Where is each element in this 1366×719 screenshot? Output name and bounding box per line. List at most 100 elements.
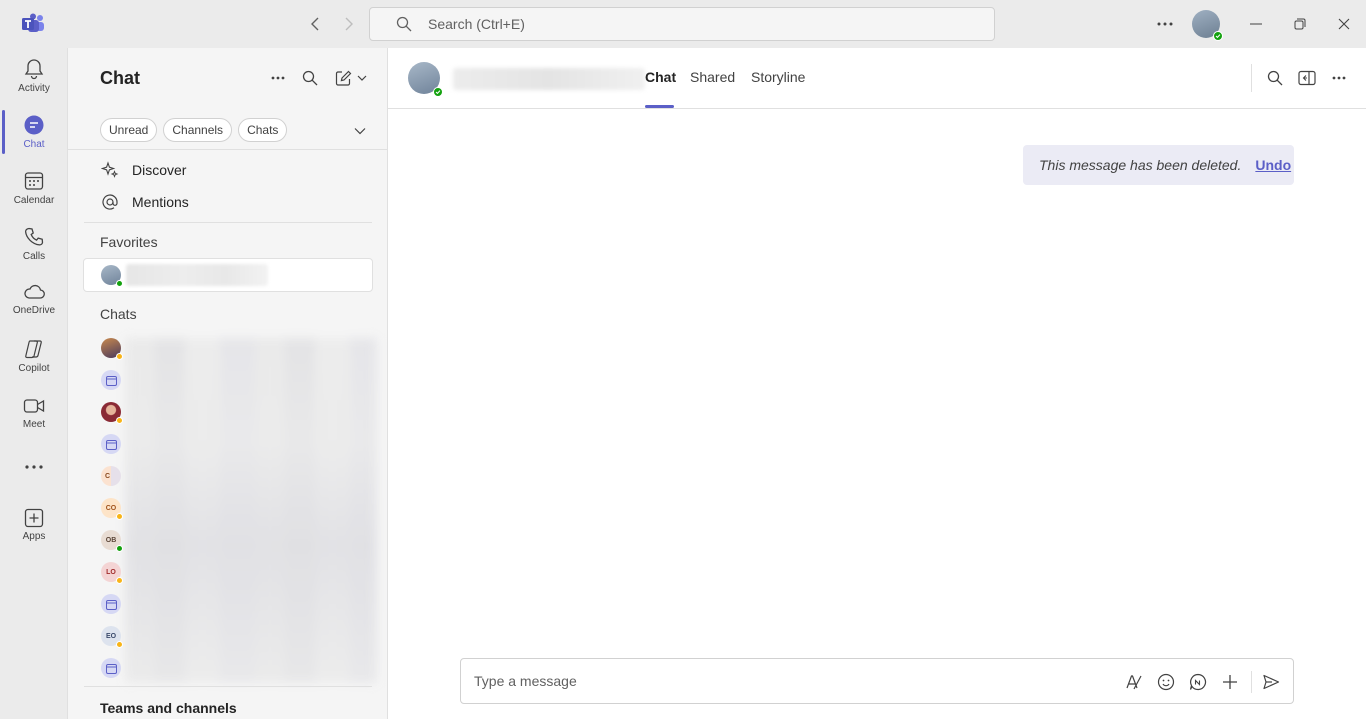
search-box[interactable] — [369, 7, 995, 41]
close-icon — [1338, 18, 1350, 30]
pane-title: Chat — [100, 68, 140, 88]
calendar-icon — [105, 375, 117, 386]
undo-link[interactable]: Undo — [1255, 157, 1291, 173]
emoji-button[interactable] — [1156, 672, 1176, 692]
filter-search-button[interactable] — [299, 68, 321, 88]
group-chat-avatar[interactable]: C — [101, 466, 121, 486]
search-input[interactable] — [428, 14, 968, 34]
chevron-right-icon — [345, 17, 353, 31]
send-icon — [1263, 674, 1280, 690]
add-apps-icon — [24, 508, 44, 528]
close-button[interactable] — [1334, 14, 1354, 34]
copilot-icon — [25, 340, 42, 359]
nav-mentions[interactable]: Mentions — [100, 190, 189, 214]
available-status-icon — [433, 87, 443, 97]
chat-item-avatar[interactable]: LO — [101, 562, 123, 584]
profile-avatar[interactable] — [1192, 10, 1223, 41]
forward-button[interactable] — [339, 14, 359, 34]
chevron-left-icon — [311, 17, 319, 31]
meeting-chat-avatar[interactable] — [101, 370, 121, 390]
rail-label: Calendar — [13, 195, 55, 206]
rail-label: Meet — [22, 419, 46, 430]
avatar — [101, 265, 123, 287]
chats-heading: Chats — [100, 306, 137, 322]
filter-chats[interactable]: Chats — [238, 118, 288, 142]
chat-item-avatar[interactable]: OB — [101, 530, 123, 552]
message-input[interactable] — [474, 671, 1074, 691]
restore-button[interactable] — [1290, 14, 1310, 34]
away-status-icon — [116, 417, 123, 424]
more-horizontal-icon — [25, 465, 43, 469]
restore-icon — [1294, 18, 1306, 30]
chat-item-avatar[interactable]: CO — [101, 498, 123, 520]
rail-item-activity[interactable]: Activity — [0, 54, 68, 106]
rail-label: OneDrive — [12, 305, 56, 316]
away-status-icon — [116, 577, 123, 584]
chat-filters: Unread Channels Chats — [100, 118, 288, 142]
attach-actions-button[interactable] — [1220, 672, 1240, 692]
rail-item-apps[interactable]: Apps — [0, 504, 68, 556]
new-chat-button[interactable] — [332, 68, 370, 88]
teams-channels-heading[interactable]: Teams and channels — [100, 700, 237, 716]
calendar-icon — [105, 599, 117, 610]
chevron-down-icon — [357, 75, 367, 81]
open-side-panel-button[interactable] — [1297, 68, 1317, 88]
nav-label: Discover — [132, 162, 187, 178]
chat-item-avatar[interactable]: EO — [101, 626, 123, 648]
divider — [1251, 64, 1252, 92]
nav-discover[interactable]: Discover — [100, 158, 186, 182]
bell-icon — [24, 59, 44, 80]
rail-item-calendar[interactable]: Calendar — [0, 166, 68, 218]
minimize-button[interactable] — [1246, 14, 1266, 34]
filter-channels[interactable]: Channels — [163, 118, 233, 142]
settings-more-button[interactable] — [1154, 14, 1176, 34]
rail-item-calls[interactable]: Calls — [0, 222, 68, 274]
divider — [68, 149, 388, 150]
deleted-message-text: This message has been deleted. — [1039, 157, 1242, 173]
redacted-chat-list — [125, 338, 377, 683]
format-button[interactable] — [1124, 672, 1144, 692]
calendar-icon — [24, 172, 44, 190]
rail-label: Chat — [23, 139, 45, 150]
meeting-chat-avatar[interactable] — [101, 658, 121, 678]
send-button[interactable] — [1261, 672, 1281, 692]
chat-more-options-button[interactable] — [267, 68, 289, 88]
divider — [84, 686, 372, 687]
tab-shared[interactable]: Shared — [690, 69, 735, 85]
chat-more-button[interactable] — [1329, 68, 1349, 88]
tab-chat[interactable]: Chat — [645, 69, 676, 85]
search-icon — [302, 70, 318, 86]
meeting-chat-avatar[interactable] — [101, 434, 121, 454]
chat-header: Chat Shared Storyline — [388, 48, 1366, 109]
meeting-chat-avatar[interactable] — [101, 594, 121, 614]
message-composer — [460, 658, 1294, 704]
teams-logo-icon — [22, 13, 45, 34]
active-tab-indicator — [645, 105, 674, 108]
title-bar — [0, 0, 1366, 48]
rail-item-meet[interactable]: Meet — [0, 392, 68, 444]
available-status-icon — [116, 280, 123, 287]
chat-item-avatar[interactable] — [101, 402, 123, 424]
side-panel-icon — [1298, 70, 1316, 86]
contact-avatar[interactable] — [408, 62, 443, 97]
rail-item-copilot[interactable]: Copilot — [0, 334, 68, 386]
back-button[interactable] — [305, 14, 325, 34]
chat-item-avatar[interactable] — [101, 338, 123, 360]
search-in-chat-button[interactable] — [1265, 68, 1285, 88]
loop-component-button[interactable] — [1188, 672, 1208, 692]
at-icon — [100, 193, 120, 211]
search-icon — [396, 16, 412, 37]
sparkle-icon — [100, 161, 120, 179]
expand-filters-button[interactable] — [354, 122, 366, 140]
chat-icon — [24, 115, 44, 135]
rail-label: Calls — [22, 251, 46, 262]
rail-item-onedrive[interactable]: OneDrive — [0, 278, 68, 330]
plus-icon — [1223, 675, 1237, 689]
more-apps-button[interactable] — [0, 456, 68, 480]
rail-item-chat[interactable]: Chat — [0, 110, 68, 162]
favorite-chat-item[interactable] — [83, 258, 373, 292]
filter-unread[interactable]: Unread — [100, 118, 158, 142]
tab-storyline[interactable]: Storyline — [751, 69, 805, 85]
chat-list-pane: Chat Unread Channels Chats Discover Ment… — [68, 48, 388, 719]
minimize-icon — [1250, 23, 1262, 25]
